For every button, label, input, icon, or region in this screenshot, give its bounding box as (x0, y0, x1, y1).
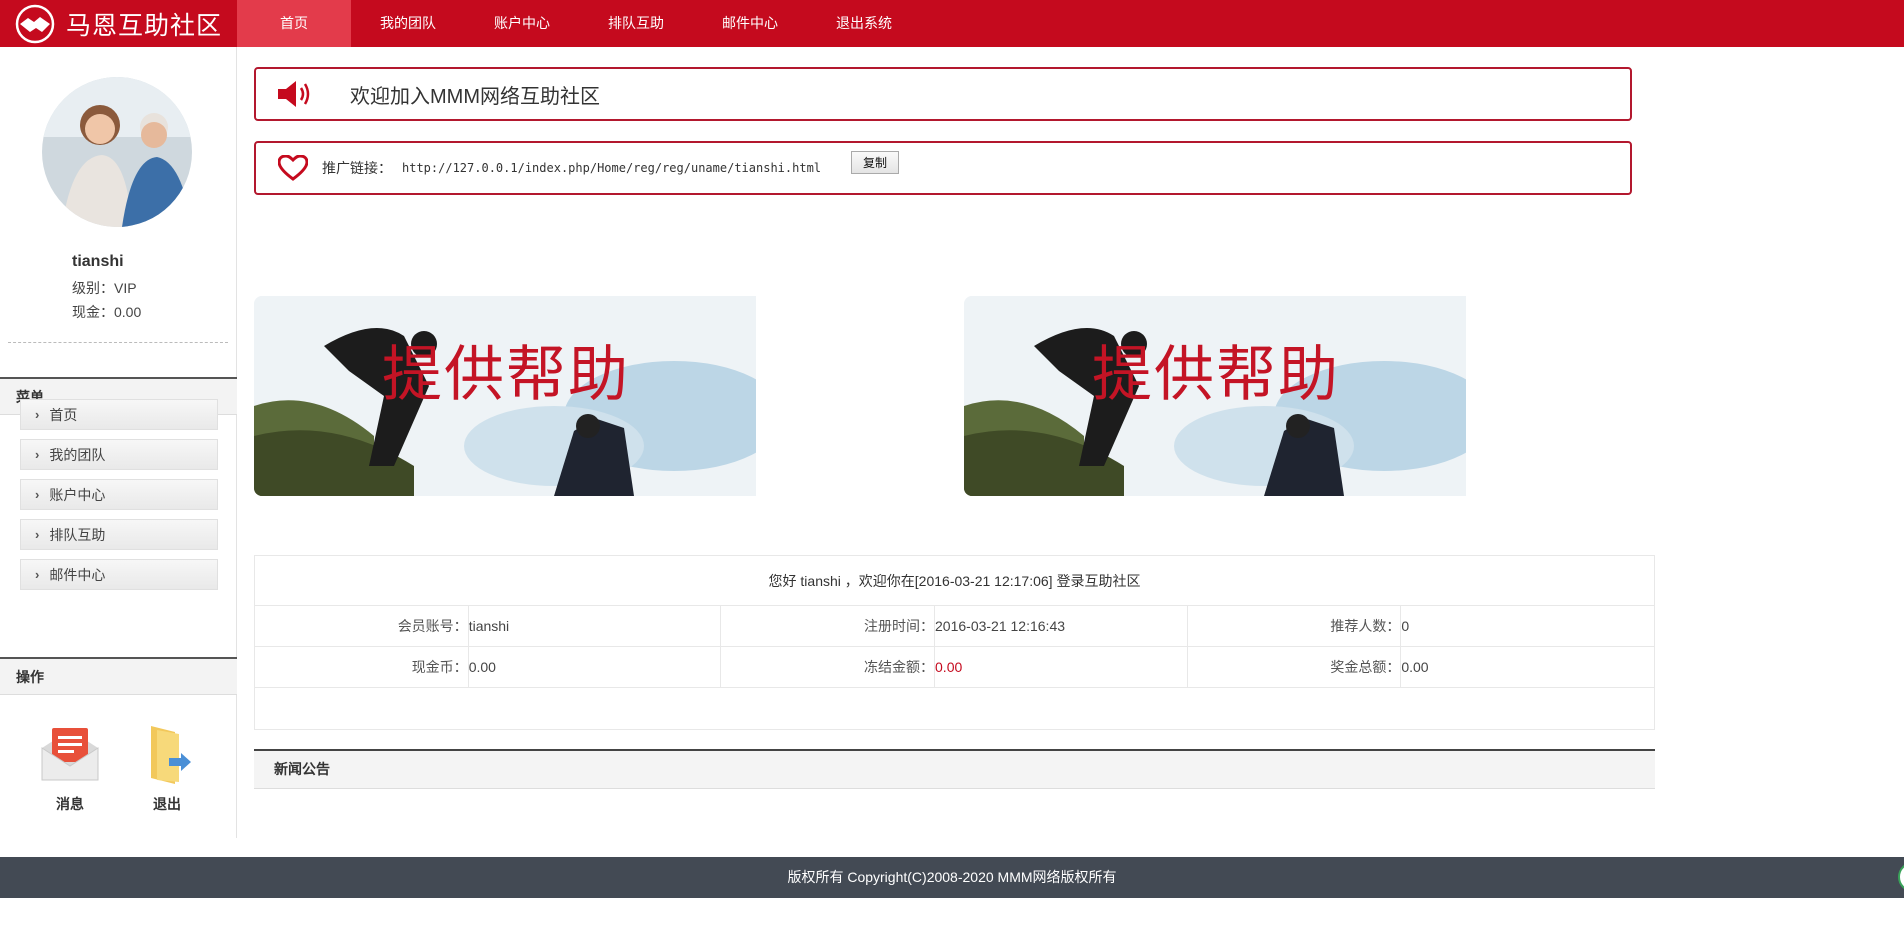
mail-icon (41, 728, 99, 781)
register-time-value: 2016-03-21 12:16:43 (935, 606, 1188, 646)
copy-button[interactable]: 复制 (851, 150, 900, 174)
promo-link-url[interactable]: http://127.0.0.1/index.php/Home/reg/reg/… (402, 161, 821, 175)
divider (8, 342, 228, 343)
exit-label: 退出 (153, 796, 181, 812)
exit-button[interactable]: 退出 (127, 722, 207, 814)
chevron-right-icon: › (35, 487, 40, 502)
notice-box: 欢迎加入MMM网络互助社区 (254, 67, 1632, 121)
logo[interactable]: 马恩互助社区 (0, 0, 237, 47)
ops-section-title: 操作 (0, 657, 237, 695)
sidebar-item-label: 我的团队 (49, 446, 106, 463)
chevron-right-icon: › (35, 407, 40, 422)
chevron-right-icon: › (35, 527, 40, 542)
sidebar: tianshi 级别：VIP 现金：0.00 菜单 › 首页 › 我的团队 › 账户中… (0, 47, 237, 838)
frozen-amount-value: 0.00 (935, 647, 1188, 687)
speaker-icon (278, 81, 310, 107)
cash-coin-value: 0.00 (469, 647, 722, 687)
avatar (42, 77, 192, 227)
sidebar-item-queue-help[interactable]: › 排队互助 (20, 519, 218, 550)
frozen-amount-label: 冻结金额： (721, 647, 936, 687)
account-info-table: 您好 tianshi ，欢迎你在[2016-03-21 12:17:06] 登录… (254, 555, 1655, 730)
register-time-label: 注册时间： (721, 606, 936, 646)
sidebar-item-label: 邮件中心 (49, 566, 106, 583)
sidebar-item-label: 首页 (49, 406, 78, 423)
nav-logout[interactable]: 退出系统 (807, 0, 921, 47)
chevron-right-icon: › (35, 447, 40, 462)
table-row: 会员账号： tianshi 注册时间： 2016-03-21 12:16:43 … (255, 606, 1654, 647)
sidebar-item-label: 排队互助 (49, 526, 106, 543)
banner-provide-help-2[interactable]: 提供帮助 (964, 296, 1466, 496)
avatar-photo (42, 77, 192, 227)
notice-text: 欢迎加入MMM网络互助社区 (350, 85, 600, 108)
table-row (255, 688, 1654, 729)
promo-link-box: 推广链接： http://127.0.0.1/index.php/Home/re… (254, 141, 1632, 195)
promo-link-label: 推广链接： (322, 160, 392, 176)
message-label: 消息 (56, 796, 84, 812)
banner-title: 提供帮助 (382, 341, 630, 408)
sidebar-item-home[interactable]: › 首页 (20, 399, 218, 430)
bonus-total-value: 0.00 (1401, 659, 1429, 675)
sidebar-menu: › 首页 › 我的团队 › 账户中心 › 排队互助 › 邮件中心 (20, 399, 218, 599)
logo-text: 马恩互助社区 (66, 11, 223, 40)
referral-count-label: 推荐人数： (1188, 606, 1402, 646)
folder-exit-icon (151, 726, 191, 784)
nav-my-team[interactable]: 我的团队 (351, 0, 465, 47)
cash-coin-label: 现金币： (255, 647, 469, 687)
nav-account-center[interactable]: 账户中心 (465, 0, 579, 47)
sidebar-item-mail-center[interactable]: › 邮件中心 (20, 559, 218, 590)
handshake-icon (15, 4, 55, 43)
nav-mail-center[interactable]: 邮件中心 (693, 0, 807, 47)
sidebar-item-my-team[interactable]: › 我的团队 (20, 439, 218, 470)
top-nav-bar: 马恩互助社区 首页 我的团队 账户中心 排队互助 邮件中心 退出系统 (0, 0, 1904, 47)
nav-home[interactable]: 首页 (237, 0, 351, 47)
user-cash: 现金：0.00 (72, 304, 142, 320)
member-account-value: tianshi (469, 606, 722, 646)
banner-provide-help-1[interactable]: 提供帮助 (254, 296, 756, 496)
welcome-message: 您好 tianshi ，欢迎你在[2016-03-21 12:17:06] 登录… (255, 556, 1654, 606)
footer: 版权所有 Copyright(C)2008-2020 MMM网络版权所有 (0, 857, 1904, 898)
member-account-label: 会员账号： (255, 606, 469, 646)
user-level: 级别：VIP (72, 280, 137, 296)
sidebar-item-account-center[interactable]: › 账户中心 (20, 479, 218, 510)
bonus-total-label: 奖金总额： (1188, 647, 1402, 687)
sidebar-item-label: 账户中心 (49, 486, 106, 503)
chevron-right-icon: › (35, 567, 40, 582)
nav-queue-help[interactable]: 排队互助 (579, 0, 693, 47)
banner-title: 提供帮助 (1092, 341, 1340, 408)
news-section-title: 新闻公告 (254, 749, 1655, 789)
referral-count-value: 0 (1401, 618, 1410, 634)
heart-icon (278, 155, 308, 181)
main-nav: 首页 我的团队 账户中心 排队互助 邮件中心 退出系统 (237, 0, 921, 47)
message-button[interactable]: 消息 (30, 722, 110, 814)
user-name: tianshi (72, 253, 124, 270)
table-row: 现金币： 0.00 冻结金额： 0.00 奖金总额： 0.00 (255, 647, 1654, 688)
